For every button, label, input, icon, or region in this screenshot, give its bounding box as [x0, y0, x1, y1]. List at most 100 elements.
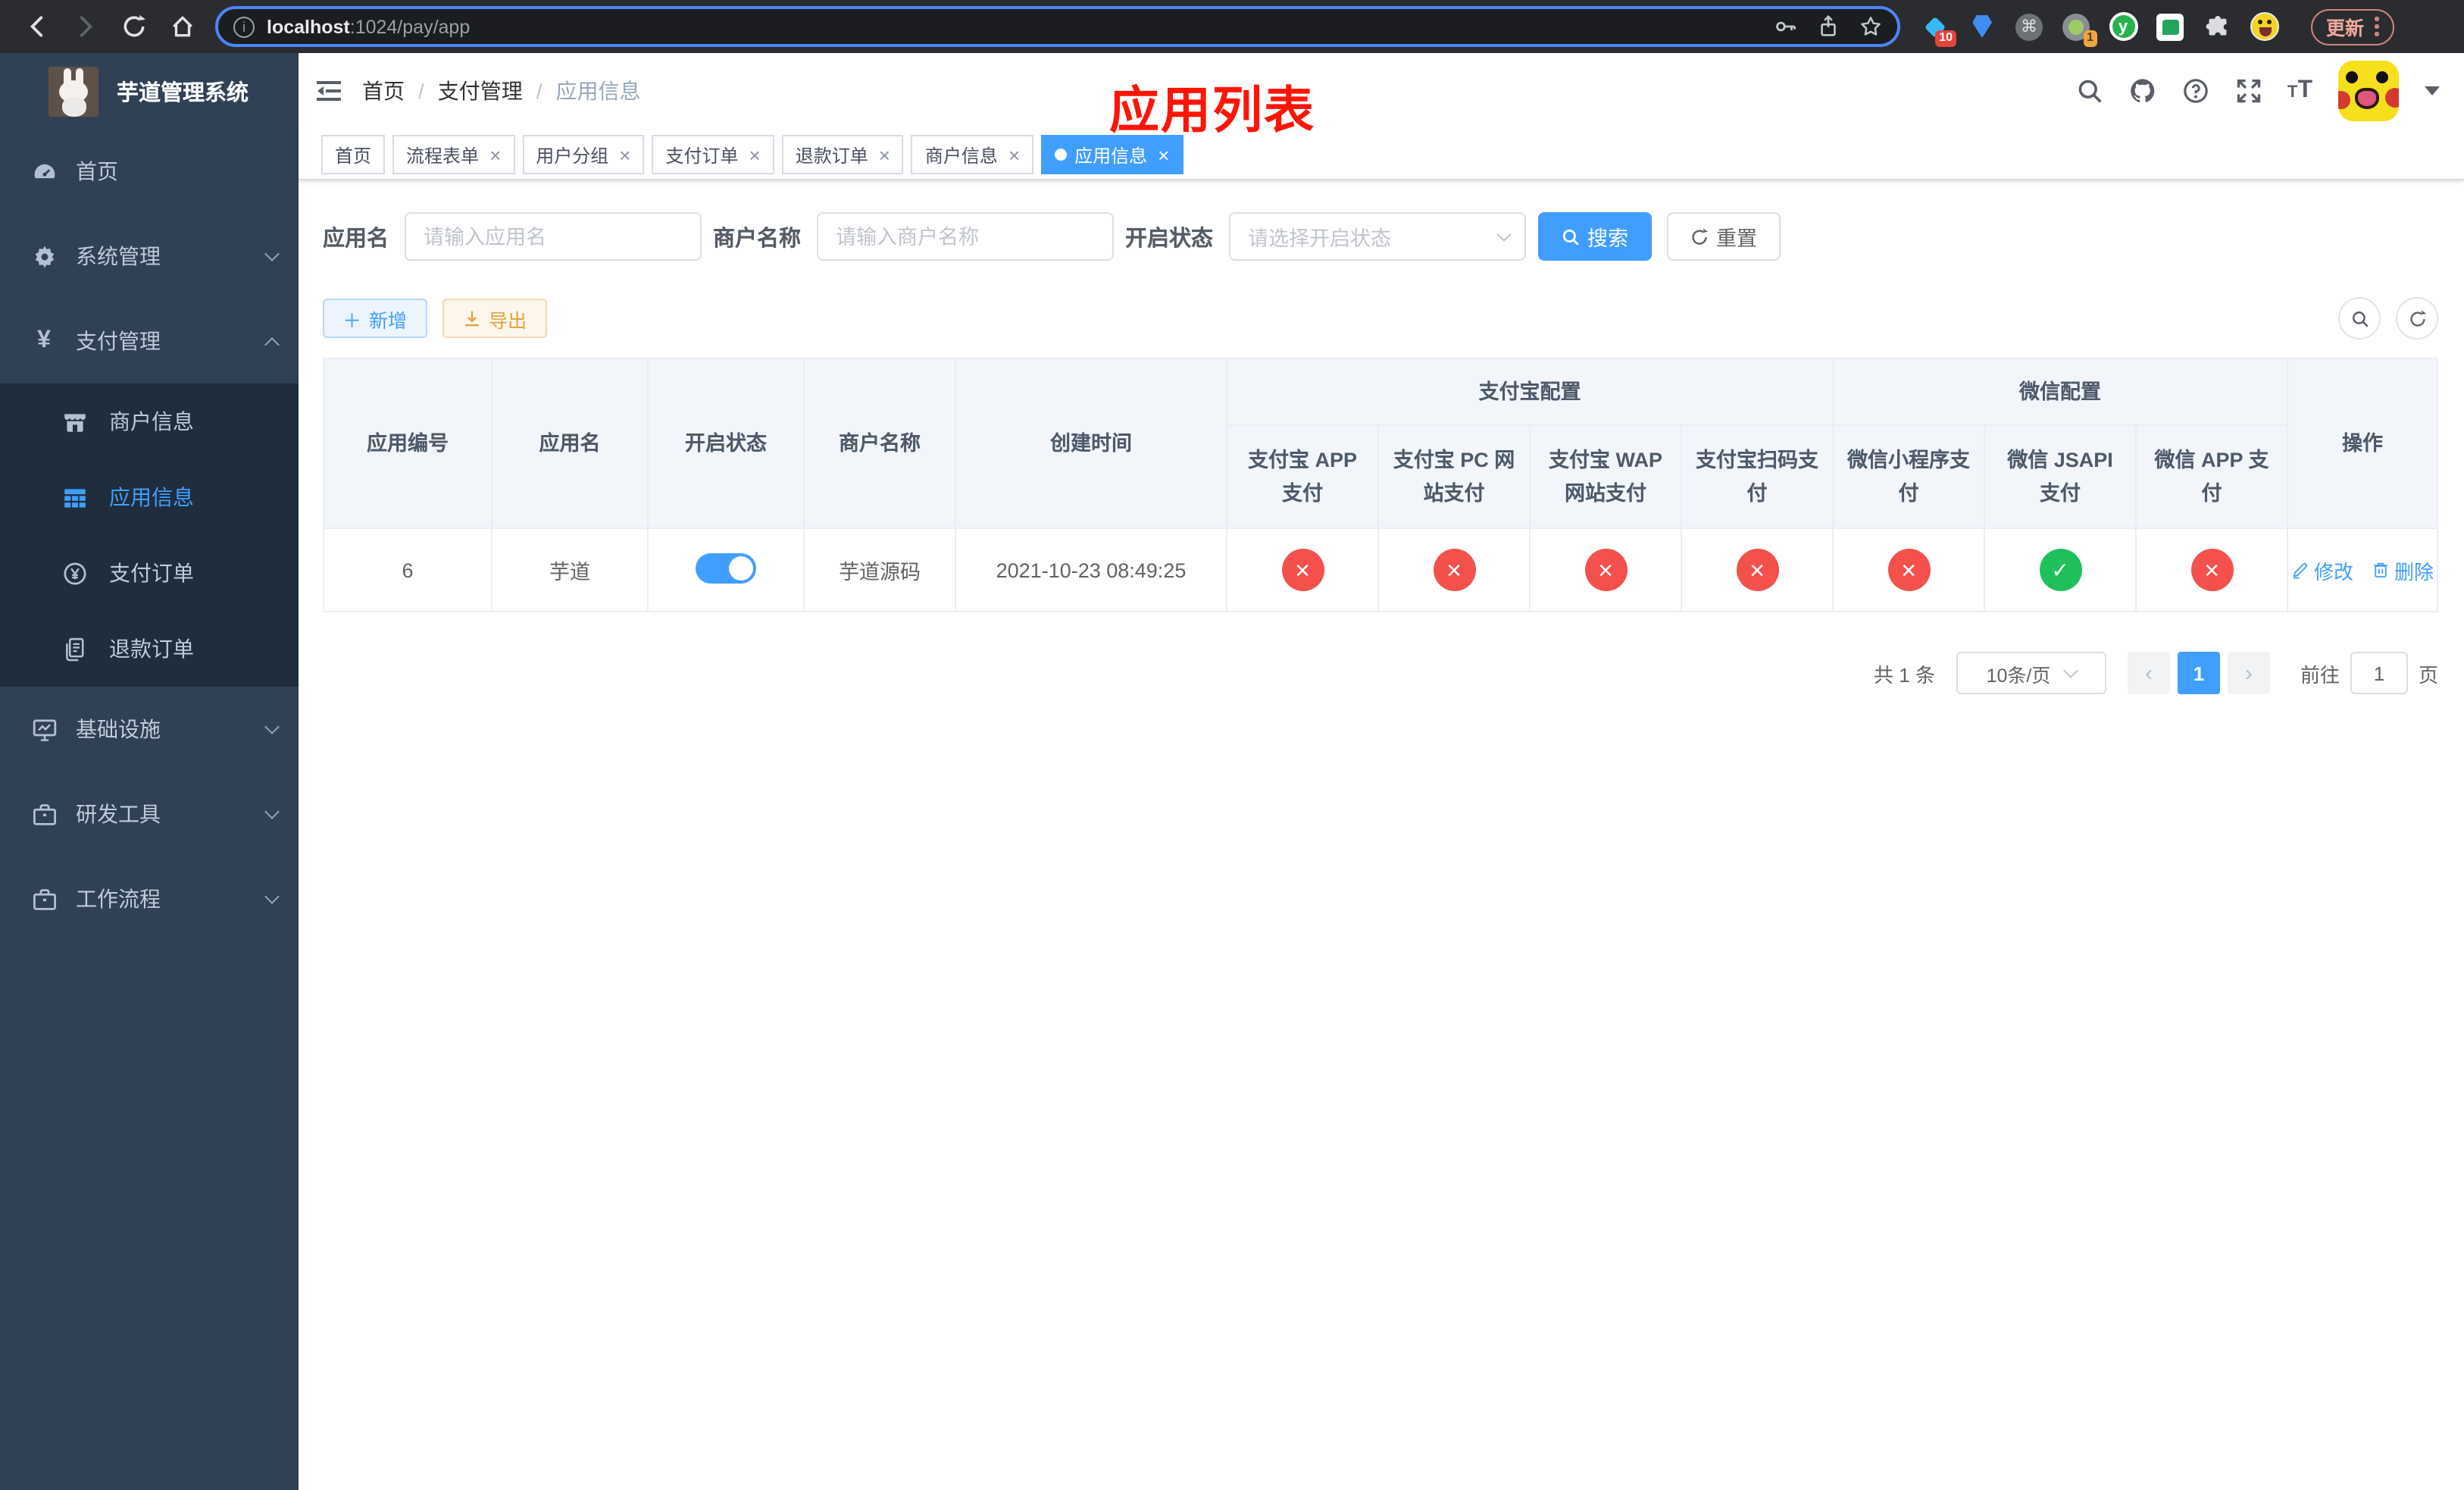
user-avatar[interactable]	[2338, 61, 2400, 121]
pagination: 共 1 条 10条/页 1 前往 页	[323, 652, 2438, 694]
bookmark-star-icon[interactable]	[1859, 15, 1882, 38]
export-button[interactable]: 导出	[442, 299, 547, 338]
browser-forward-icon[interactable]	[67, 8, 103, 45]
github-icon[interactable]	[2128, 77, 2156, 105]
tab-refund-orders[interactable]: 退款订单	[781, 135, 904, 174]
tab-merchant-info[interactable]: 商户信息	[911, 135, 1034, 174]
close-icon[interactable]	[749, 145, 761, 164]
goto-page-input[interactable]	[2350, 652, 2408, 694]
search-icon	[1562, 228, 1578, 245]
chevron-up-icon	[264, 337, 280, 352]
breadcrumb-separator: /	[418, 79, 424, 103]
status-cross-icon	[1736, 549, 1778, 591]
breadcrumb-current: 应用信息	[555, 79, 641, 103]
extension-chat-icon[interactable]	[2155, 11, 2185, 42]
sidebar-item-app-info[interactable]: 应用信息	[0, 459, 299, 535]
sidebar-item-refund-orders[interactable]: 退款订单	[0, 611, 299, 687]
sidebar-item-merchant-info[interactable]: 商户信息	[0, 383, 299, 459]
sidebar-item-dev-tools[interactable]: 研发工具	[0, 772, 299, 856]
extension-recorder-icon[interactable]: 1	[2061, 11, 2097, 46]
reset-button[interactable]: 重置	[1666, 212, 1780, 261]
cell-created-at: 2021-10-23 08:49:25	[955, 527, 1227, 612]
sidebar-item-pay-orders[interactable]: 支付订单	[0, 535, 299, 611]
shop-icon	[58, 408, 91, 434]
cell-app-id: 6	[323, 527, 492, 612]
fullscreen-icon[interactable]	[2234, 77, 2262, 105]
yen-circle-icon	[58, 560, 91, 586]
page-number-1[interactable]: 1	[2177, 652, 2220, 694]
refresh-table-button[interactable]	[2396, 297, 2439, 340]
browser-update-button[interactable]: 更新	[2311, 8, 2394, 45]
sidebar-item-workflow[interactable]: 工作流程	[0, 856, 299, 941]
extension-command-icon[interactable]: ⌘	[2014, 11, 2044, 42]
url-text[interactable]: localhost:1024/pay/app	[267, 16, 470, 37]
col-alipay-qr: 支付宝扫码支付	[1681, 424, 1834, 529]
col-status: 开启状态	[647, 358, 805, 529]
tab-user-group[interactable]: 用户分组	[522, 135, 645, 174]
extensions-puzzle-icon[interactable]	[2202, 11, 2232, 42]
page-content: 应用名 商户名称 开启状态 请选择开启状态 搜索 重置	[299, 180, 2464, 1490]
tags-view-bar: 首页 流程表单 用户分组 支付订单 退款订单 商户信息 应用信息	[299, 129, 2464, 180]
status-toggle[interactable]	[696, 552, 756, 583]
total-count: 共 1 条	[1874, 663, 1935, 686]
col-wx-jsapi: 微信 JSAPI 支付	[1984, 424, 2137, 529]
delete-link[interactable]: 删除	[2372, 556, 2434, 584]
browser-reload-icon[interactable]	[115, 8, 152, 45]
status-cross-icon	[1281, 549, 1324, 591]
extension-badge: 1	[2083, 30, 2097, 46]
prev-page-button[interactable]	[2127, 652, 2170, 694]
app-name-input[interactable]	[404, 212, 701, 261]
extension-pin-icon[interactable]: 10	[1920, 11, 1956, 46]
next-page-button[interactable]	[2227, 652, 2270, 694]
sidebar-item-payment[interactable]: ¥ 支付管理	[0, 299, 299, 383]
merchant-name-label: 商户名称	[713, 227, 801, 251]
close-icon[interactable]	[489, 145, 501, 164]
breadcrumb-home[interactable]: 首页	[362, 76, 405, 106]
site-info-icon[interactable]: i	[233, 16, 255, 37]
briefcase-icon	[27, 801, 61, 827]
header-search-icon[interactable]	[2075, 77, 2103, 105]
search-button[interactable]: 搜索	[1537, 212, 1651, 261]
tab-process-form[interactable]: 流程表单	[392, 135, 515, 174]
page-title-annotation: 应用列表	[1109, 82, 1315, 138]
status-cross-icon	[1433, 549, 1475, 591]
close-icon[interactable]	[1008, 145, 1020, 164]
sidebar-item-system[interactable]: 系统管理	[0, 214, 299, 299]
share-icon[interactable]	[1817, 15, 1840, 38]
breadcrumb-payment[interactable]: 支付管理	[438, 76, 523, 106]
password-key-icon[interactable]	[1775, 15, 1797, 38]
status-check-icon	[2039, 549, 2081, 591]
close-icon[interactable]	[1158, 145, 1169, 164]
top-navbar: 首页 / 支付管理 / 应用信息 应用列表 TT	[299, 53, 2464, 138]
merchant-name-input[interactable]	[816, 212, 1113, 261]
logo-rabbit-avatar	[48, 66, 98, 116]
app-logo[interactable]: 芋道管理系统	[0, 53, 299, 129]
close-icon[interactable]	[879, 145, 890, 164]
edit-link[interactable]: 修改	[2291, 556, 2353, 584]
sidebar-item-infrastructure[interactable]: 基础设施	[0, 687, 299, 772]
chevron-down-icon	[264, 719, 280, 734]
font-size-icon[interactable]: TT	[2287, 77, 2312, 105]
status-label: 开启状态	[1125, 227, 1213, 251]
page-size-select[interactable]: 10条/页	[1956, 652, 2106, 694]
cell-merchant: 芋道源码	[803, 527, 956, 612]
address-bar[interactable]: i localhost:1024/pay/app	[215, 6, 1900, 47]
browser-back-icon[interactable]	[18, 8, 55, 45]
help-question-icon[interactable]	[2181, 77, 2209, 105]
extension-y-icon[interactable]: y	[2108, 11, 2138, 42]
profile-avatar-icon[interactable]	[2249, 11, 2279, 42]
user-menu-caret-icon[interactable]	[2425, 86, 2441, 95]
col-alipay-wap: 支付宝 WAP 网站支付	[1529, 424, 1682, 529]
sidebar-item-home[interactable]: 首页	[0, 129, 299, 214]
tab-pay-orders[interactable]: 支付订单	[652, 135, 774, 174]
browser-menu-icon[interactable]	[2375, 17, 2379, 36]
extension-gem-icon[interactable]	[1967, 11, 1997, 42]
sidebar-collapse-icon[interactable]	[299, 76, 362, 106]
add-button[interactable]: ＋ 新增	[323, 299, 427, 338]
tab-home[interactable]: 首页	[321, 135, 386, 174]
col-alipay-pc: 支付宝 PC 网站支付	[1377, 424, 1531, 529]
toggle-search-button[interactable]	[2338, 297, 2381, 340]
status-select[interactable]: 请选择开启状态	[1228, 212, 1525, 261]
browser-home-icon[interactable]	[164, 8, 200, 45]
close-icon[interactable]	[619, 145, 630, 164]
